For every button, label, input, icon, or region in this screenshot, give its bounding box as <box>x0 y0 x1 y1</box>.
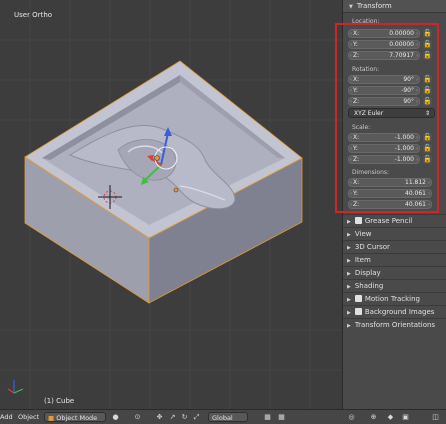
proportional-edit-icon[interactable]: ◎ <box>346 412 357 422</box>
section-3d-cursor[interactable]: ▶ 3D Cursor <box>347 241 443 253</box>
section-motion-tracking[interactable]: ▶ Motion Tracking <box>347 293 443 305</box>
transform-panel-header[interactable]: ▼ Transform <box>343 0 446 13</box>
manipulator-toggle-icon[interactable]: ✥ <box>154 412 165 422</box>
render-icon[interactable]: ▣ <box>400 412 411 422</box>
highlight-box <box>335 23 439 213</box>
rotate-icon[interactable]: ↻ <box>179 412 190 422</box>
3d-viewport[interactable]: User Ortho (1) Cube <box>0 0 342 409</box>
collapse-triangle-icon: ▼ <box>349 4 353 10</box>
cube-mode-icon: ■ <box>48 414 55 422</box>
axis-indicator <box>7 380 24 394</box>
layer-grid-icon[interactable]: ▦ <box>262 412 273 422</box>
checkbox-icon[interactable] <box>354 294 362 302</box>
viewport-shading-icon[interactable]: ● <box>110 412 121 422</box>
section-item[interactable]: ▶ Item <box>347 254 443 266</box>
section-display[interactable]: ▶ Display <box>347 267 443 279</box>
orientation-select[interactable]: Global <box>208 412 248 422</box>
cube-object[interactable] <box>24 60 303 304</box>
add-menu[interactable]: Add <box>0 412 13 422</box>
viewport-status: (1) Cube <box>44 397 75 405</box>
section-background-images[interactable]: ▶ Background Images <box>347 306 443 318</box>
section-view[interactable]: ▶ View <box>347 228 443 240</box>
checkbox-icon[interactable] <box>354 307 362 315</box>
checkbox-icon[interactable] <box>354 216 362 224</box>
section-grease-pencil[interactable]: ▶ Grease Pencil <box>347 215 443 227</box>
pivot-point-icon[interactable]: ⊙ <box>132 412 143 422</box>
section-transform-orientations[interactable]: ▶ Transform Orientations <box>347 319 443 331</box>
viewport-header-bar: Add Object ■ Object Mode ● ⊙ ✥ ↗ ↻ ⤢ Glo… <box>0 409 446 424</box>
snap-element-icon[interactable]: ◆ <box>385 412 396 422</box>
scale-icon[interactable]: ⤢ <box>191 412 202 422</box>
scene-canvas[interactable] <box>0 0 342 409</box>
object-menu[interactable]: Object <box>18 412 39 422</box>
mode-select[interactable]: ■ Object Mode <box>44 412 106 422</box>
section-shading[interactable]: ▶ Shading <box>347 280 443 292</box>
overlay-icon[interactable]: ◫ <box>430 412 441 422</box>
layer-grid-icon[interactable]: ▦ <box>276 412 287 422</box>
snap-icon[interactable]: ⊕ <box>368 412 379 422</box>
expand-triangle-icon: ▶ <box>347 323 351 329</box>
translate-icon[interactable]: ↗ <box>167 412 178 422</box>
